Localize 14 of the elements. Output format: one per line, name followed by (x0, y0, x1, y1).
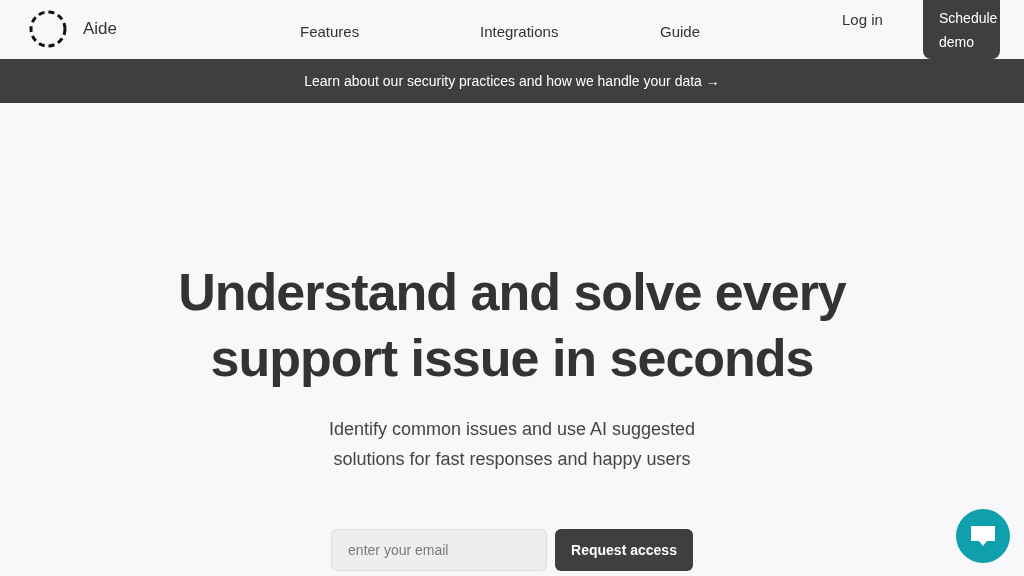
email-field[interactable]: enter your email (331, 529, 548, 571)
nav-link[interactable]: Integrations (480, 21, 660, 44)
logo-icon (29, 10, 67, 48)
brand-name: Aide (83, 18, 118, 41)
hero-title: Understand and solve every support issue in seconds (177, 262, 848, 389)
login-link[interactable]: Log in (842, 9, 883, 32)
request-access-button[interactable]: Request access (555, 529, 693, 571)
chat-button[interactable] (956, 509, 1010, 563)
security-link[interactable]: Learn about our security practices and how we handle your data → (304, 70, 720, 92)
chat-icon (970, 525, 996, 547)
nav-link[interactable]: Features (300, 21, 480, 44)
hero-subtitle: Identify common issues and use AI suggested solutions for fast responses and happy users (327, 418, 697, 471)
schedule-demo-button[interactable]: Schedule demo (923, 0, 1000, 59)
nav-link[interactable]: Guide (660, 21, 840, 44)
